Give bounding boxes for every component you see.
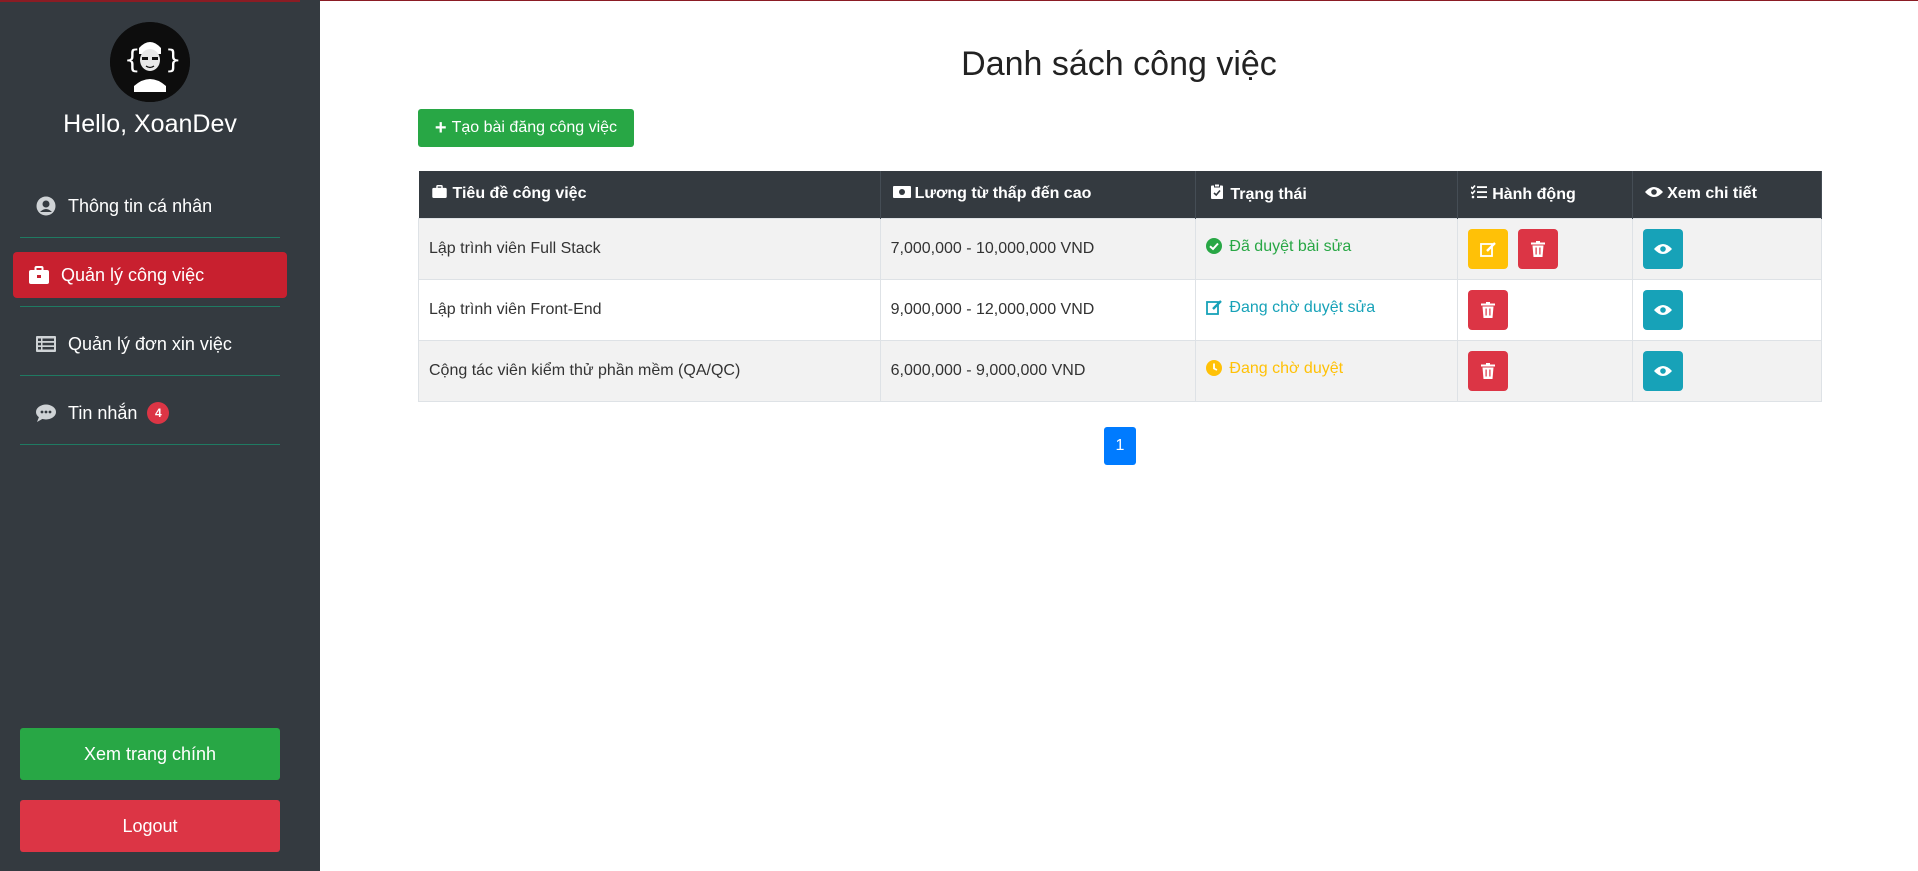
status-text: Đang chờ duyệt (1229, 360, 1344, 377)
chat-icon (34, 401, 58, 425)
clock-icon (1206, 360, 1224, 378)
job-title-cell: Lập trình viên Front-End (418, 278, 881, 341)
divider (20, 375, 280, 376)
sidebar: { } Hello, XoanDev Thông tin cá nhân Quả… (0, 0, 300, 871)
actions-cell (1457, 278, 1634, 341)
money-icon (892, 185, 911, 203)
plus-icon: + (434, 117, 447, 139)
eye-icon (1645, 185, 1664, 203)
briefcase-icon (431, 185, 449, 203)
table-row: Lập trình viên Full Stack 7,000,000 - 10… (418, 217, 1822, 280)
status-edit-pending: Đang chờ duyệt sửa (1206, 299, 1375, 317)
status-cell: Đang chờ duyệt (1195, 339, 1459, 402)
briefcase-icon (27, 263, 51, 287)
tasks-icon (1470, 184, 1488, 204)
logout-button[interactable]: Logout (20, 800, 280, 852)
message-count-badge: 4 (147, 402, 170, 424)
header-status: Trạng thái (1195, 171, 1459, 218)
header-actions: Hành động (1457, 171, 1634, 218)
trash-icon (1481, 362, 1496, 379)
header-label: Trạng thái (1230, 186, 1307, 204)
edit-icon (1206, 299, 1224, 317)
svg-text:}: } (165, 45, 182, 75)
actions-cell (1457, 217, 1634, 280)
header-label: Hành động (1492, 185, 1576, 203)
view-details-button[interactable] (1643, 228, 1684, 269)
sidebar-item-job-management[interactable]: Quản lý công việc (13, 252, 287, 298)
page-title: Danh sách công việc (961, 45, 1277, 83)
salary-cell: 6,000,000 - 9,000,000 VND (879, 339, 1197, 402)
sidebar-item-label: Quản lý đơn xin việc (68, 333, 232, 354)
eye-icon (1654, 365, 1673, 376)
sidebar-item-messages[interactable]: Tin nhắn 4 (20, 389, 280, 437)
status-text: Đã duyệt bài sửa (1229, 238, 1352, 255)
sidebar-item-applications[interactable]: Quản lý đơn xin việc (20, 320, 280, 368)
divider (20, 444, 280, 445)
create-job-post-label: Tạo bài đăng công việc (451, 119, 618, 136)
edit-icon (1480, 241, 1497, 257)
main-content: Danh sách công việc + Tạo bài đăng công … (320, 0, 1918, 871)
delete-button[interactable] (1468, 289, 1509, 330)
pagination-page-1[interactable]: 1 (1104, 427, 1136, 465)
create-job-post-button[interactable]: + Tạo bài đăng công việc (418, 109, 634, 147)
eye-icon (1654, 243, 1673, 254)
job-title-cell: Lập trình viên Full Stack (418, 217, 881, 280)
status-text: Đang chờ duyệt sửa (1229, 299, 1376, 316)
delete-button[interactable] (1518, 228, 1559, 269)
view-cell (1632, 339, 1822, 402)
header-salary: Lương từ thấp đến cao (880, 171, 1197, 218)
header-job-title: Tiêu đề công việc (418, 171, 881, 218)
salary-cell: 7,000,000 - 10,000,000 VND (879, 217, 1197, 280)
view-details-button[interactable] (1643, 289, 1684, 330)
list-icon (34, 332, 58, 356)
sidebar-item-label: Thông tin cá nhân (68, 195, 213, 216)
jobs-table: Tiêu đề công việc Lương từ thấp đến cao … (418, 171, 1822, 402)
greeting: Hello, XoanDev (63, 110, 237, 138)
header-label: Xem chi tiết (1667, 185, 1757, 203)
avatar: { } (110, 22, 190, 102)
clipboard-check-icon (1208, 183, 1226, 204)
divider (20, 237, 280, 238)
status-cell: Đã duyệt bài sửa (1195, 217, 1459, 280)
divider (20, 306, 280, 307)
salary-cell: 9,000,000 - 12,000,000 VND (879, 278, 1197, 341)
eye-icon (1654, 304, 1673, 315)
table-row: Cộng tác viên kiểm thử phần mềm (QA/QC) … (418, 339, 1822, 402)
delete-button[interactable] (1468, 350, 1509, 391)
check-circle-icon (1206, 238, 1224, 256)
view-homepage-button[interactable]: Xem trang chính (20, 728, 280, 780)
view-cell (1632, 217, 1822, 280)
header-label: Lương từ thấp đến cao (914, 185, 1092, 203)
edit-button[interactable] (1468, 228, 1509, 269)
status-approved: Đã duyệt bài sửa (1206, 238, 1351, 256)
view-cell (1632, 278, 1822, 341)
table-row: Lập trình viên Front-End 9,000,000 - 12,… (418, 278, 1822, 341)
header-label: Tiêu đề công việc (452, 185, 587, 203)
status-cell: Đang chờ duyệt sửa (1195, 278, 1459, 341)
trash-icon (1481, 301, 1496, 318)
view-details-button[interactable] (1643, 350, 1684, 391)
developer-avatar-icon: { } (110, 22, 190, 102)
job-title-cell: Cộng tác viên kiểm thử phần mềm (QA/QC) (418, 339, 881, 402)
sidebar-item-label: Tin nhắn (68, 402, 138, 423)
status-pending: Đang chờ duyệt (1206, 360, 1343, 378)
sidebar-item-label: Quản lý công việc (61, 264, 205, 285)
sidebar-item-profile[interactable]: Thông tin cá nhân (20, 182, 280, 230)
header-view-details: Xem chi tiết (1632, 171, 1822, 218)
table-header-row: Tiêu đề công việc Lương từ thấp đến cao … (418, 171, 1822, 218)
user-circle-icon (34, 194, 58, 218)
svg-text:{: { (124, 45, 141, 75)
trash-icon (1531, 240, 1546, 257)
actions-cell (1457, 339, 1634, 402)
